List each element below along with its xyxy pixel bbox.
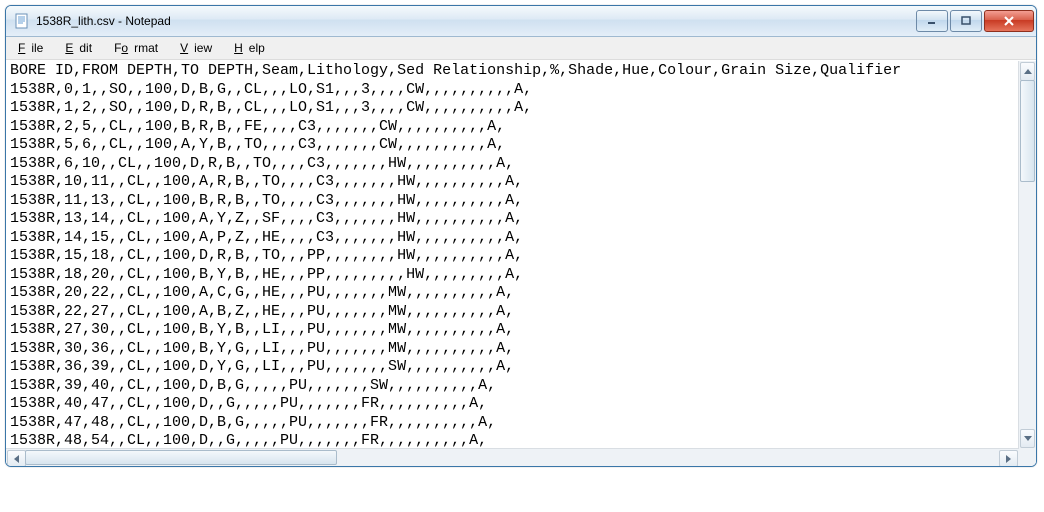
horizontal-scroll-thumb[interactable]	[25, 450, 337, 465]
scroll-right-button[interactable]	[999, 450, 1018, 467]
scroll-corner	[1019, 449, 1036, 466]
minimize-button[interactable]	[916, 10, 948, 32]
menu-view[interactable]: View	[174, 39, 224, 57]
notepad-icon	[14, 13, 30, 29]
scroll-left-button[interactable]	[7, 450, 26, 467]
horizontal-scrollbar[interactable]	[6, 448, 1019, 466]
close-button[interactable]	[984, 10, 1034, 32]
maximize-button[interactable]	[950, 10, 982, 32]
titlebar[interactable]: 1538R_lith.csv - Notepad	[6, 6, 1036, 37]
window-title: 1538R_lith.csv - Notepad	[36, 14, 916, 28]
vertical-scroll-thumb[interactable]	[1020, 80, 1035, 182]
menu-edit[interactable]: Edit	[59, 39, 104, 57]
menu-format[interactable]: Format	[108, 39, 170, 57]
menubar: File Edit Format View Help	[6, 37, 1036, 60]
scroll-up-button[interactable]	[1020, 62, 1035, 81]
notepad-window: 1538R_lith.csv - Notepad File Edit Forma…	[5, 5, 1037, 467]
menu-help[interactable]: Help	[228, 39, 277, 57]
content-area: BORE ID,FROM DEPTH,TO DEPTH,Seam,Litholo…	[6, 60, 1036, 466]
scroll-down-button[interactable]	[1020, 429, 1035, 448]
text-content[interactable]: BORE ID,FROM DEPTH,TO DEPTH,Seam,Litholo…	[6, 61, 1036, 466]
menu-file[interactable]: File	[12, 39, 55, 57]
vertical-scrollbar[interactable]	[1018, 61, 1036, 449]
